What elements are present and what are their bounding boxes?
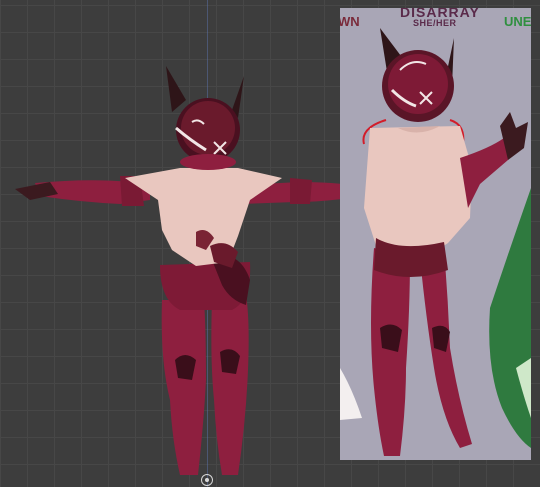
reference-character-drawing	[340, 28, 531, 456]
origin-marker-icon[interactable]	[201, 474, 213, 486]
3d-viewport[interactable]: WN DISARRAY SHE/HER UNE	[0, 0, 540, 487]
reference-image-panel[interactable]: WN DISARRAY SHE/HER UNE	[340, 8, 531, 460]
character-3d-model[interactable]	[0, 0, 340, 487]
